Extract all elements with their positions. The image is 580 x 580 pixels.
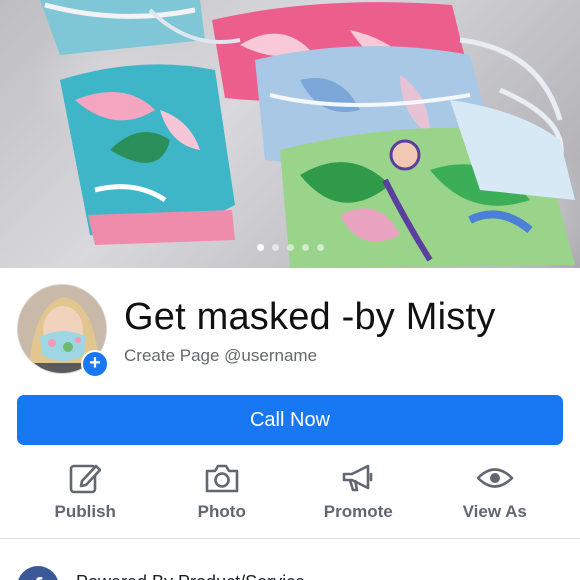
section-divider xyxy=(0,538,580,539)
camera-icon xyxy=(202,460,242,496)
carousel-dot[interactable] xyxy=(286,244,294,251)
publish-action[interactable]: Publish xyxy=(17,460,154,524)
eye-icon xyxy=(475,460,515,496)
add-photo-button[interactable]: + xyxy=(81,350,109,378)
profile-avatar[interactable]: + xyxy=(17,284,109,378)
promote-action[interactable]: Promote xyxy=(290,460,427,524)
carousel-dot[interactable] xyxy=(271,244,279,251)
cover-photo[interactable] xyxy=(0,0,580,268)
action-label: Photo xyxy=(197,502,246,521)
edit-icon xyxy=(65,460,105,496)
megaphone-icon xyxy=(338,460,378,496)
carousel-dot[interactable] xyxy=(316,244,324,251)
call-now-button[interactable]: Call Now xyxy=(17,395,563,445)
action-label: View As xyxy=(462,502,527,521)
carousel-indicator[interactable] xyxy=(0,244,580,254)
page-title: Get masked -by Misty xyxy=(124,296,496,338)
view-as-action[interactable]: View As xyxy=(427,460,564,524)
create-username-link[interactable]: Create Page @username xyxy=(124,346,317,366)
page-actions: Publish Photo Promote View As xyxy=(17,460,563,524)
cover-image xyxy=(40,0,575,268)
page-avatar-small: f xyxy=(17,566,59,580)
action-label: Publish xyxy=(54,502,116,521)
action-label: Promote xyxy=(323,502,393,521)
carousel-dot[interactable] xyxy=(301,244,309,251)
post-prompt-text[interactable]: Powered By Product/Service xyxy=(76,572,305,580)
photo-action[interactable]: Photo xyxy=(154,460,291,524)
carousel-dot[interactable] xyxy=(256,244,264,251)
